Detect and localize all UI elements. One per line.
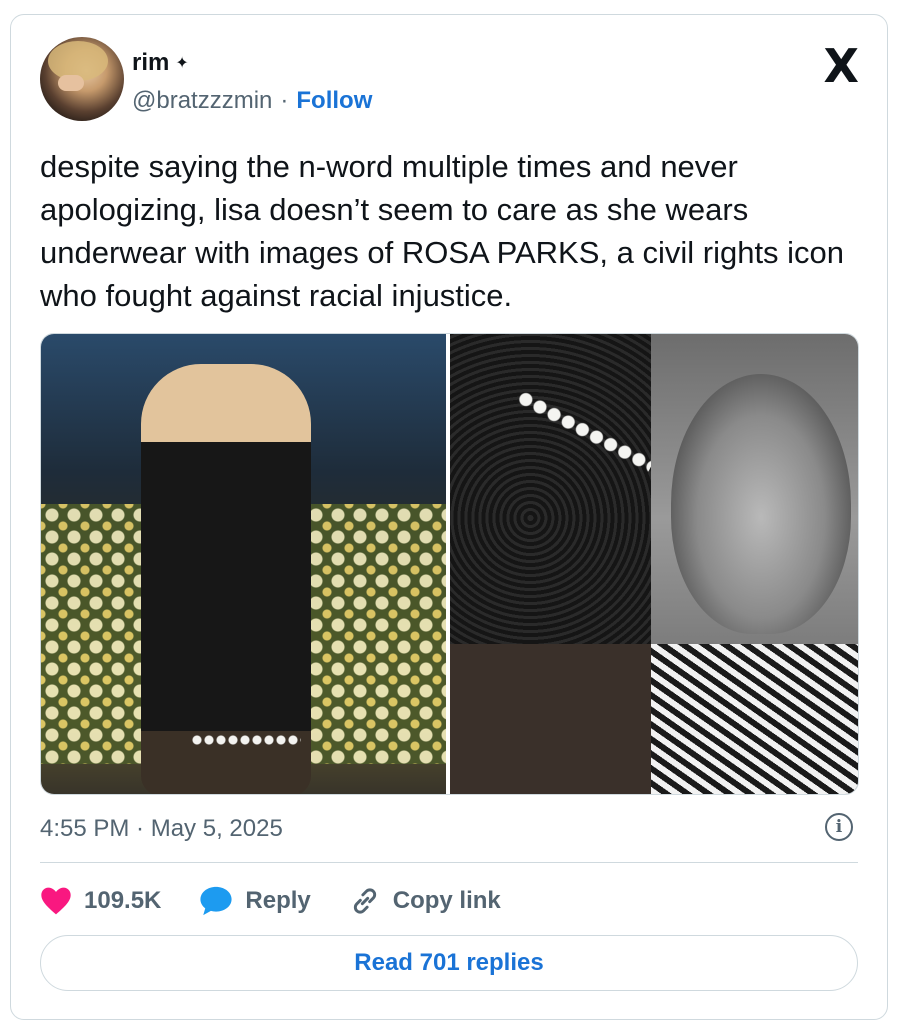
reply-button[interactable]: Reply bbox=[199, 885, 311, 917]
author-name-row: rim ✦ bbox=[132, 49, 189, 77]
reply-label: Reply bbox=[245, 887, 311, 914]
like-button[interactable]: 109.5K bbox=[40, 886, 161, 916]
divider-line bbox=[40, 862, 858, 863]
read-replies-button[interactable]: Read 701 replies bbox=[40, 935, 858, 991]
like-count: 109.5K bbox=[84, 887, 162, 914]
photo-underwear-closeup[interactable] bbox=[450, 334, 655, 794]
tweet-timestamp[interactable]: 4:55 PM · May 5, 2025 bbox=[40, 815, 283, 843]
tweet-card: rim ✦ @bratzzzmin · Follow X despite say… bbox=[10, 14, 888, 1020]
follow-button[interactable]: Follow bbox=[296, 87, 372, 115]
copy-link-label: Copy link bbox=[392, 887, 501, 914]
reply-bubble-icon bbox=[200, 886, 232, 916]
link-icon bbox=[353, 888, 376, 914]
action-bar: 109.5K Reply Copy link bbox=[40, 881, 539, 921]
person-figure bbox=[141, 364, 311, 794]
striped-scarf bbox=[650, 644, 858, 794]
x-logo-icon[interactable]: X bbox=[824, 43, 859, 89]
media-grid bbox=[40, 333, 859, 795]
copy-link-button[interactable]: Copy link bbox=[349, 885, 501, 917]
photo-black-white-portrait[interactable] bbox=[650, 334, 858, 794]
portrait-face bbox=[670, 374, 851, 634]
pearl-belt bbox=[191, 734, 301, 746]
avatar-hand bbox=[58, 75, 84, 91]
heart-icon bbox=[41, 887, 71, 915]
sparkle-icon: ✦ bbox=[175, 55, 189, 72]
photo-red-carpet[interactable] bbox=[41, 334, 447, 794]
author-handle[interactable]: @bratzzzmin bbox=[132, 87, 272, 115]
leg-closeup bbox=[450, 644, 651, 794]
author-name[interactable]: rim bbox=[132, 49, 169, 77]
pearl-strand bbox=[515, 389, 655, 473]
tweet-text: despite saying the n-word multiple times… bbox=[40, 149, 845, 313]
info-icon[interactable]: i bbox=[825, 813, 853, 841]
avatar[interactable] bbox=[40, 37, 124, 121]
author-handle-row: @bratzzzmin · Follow bbox=[132, 87, 372, 115]
handle-separator: · bbox=[280, 87, 289, 114]
